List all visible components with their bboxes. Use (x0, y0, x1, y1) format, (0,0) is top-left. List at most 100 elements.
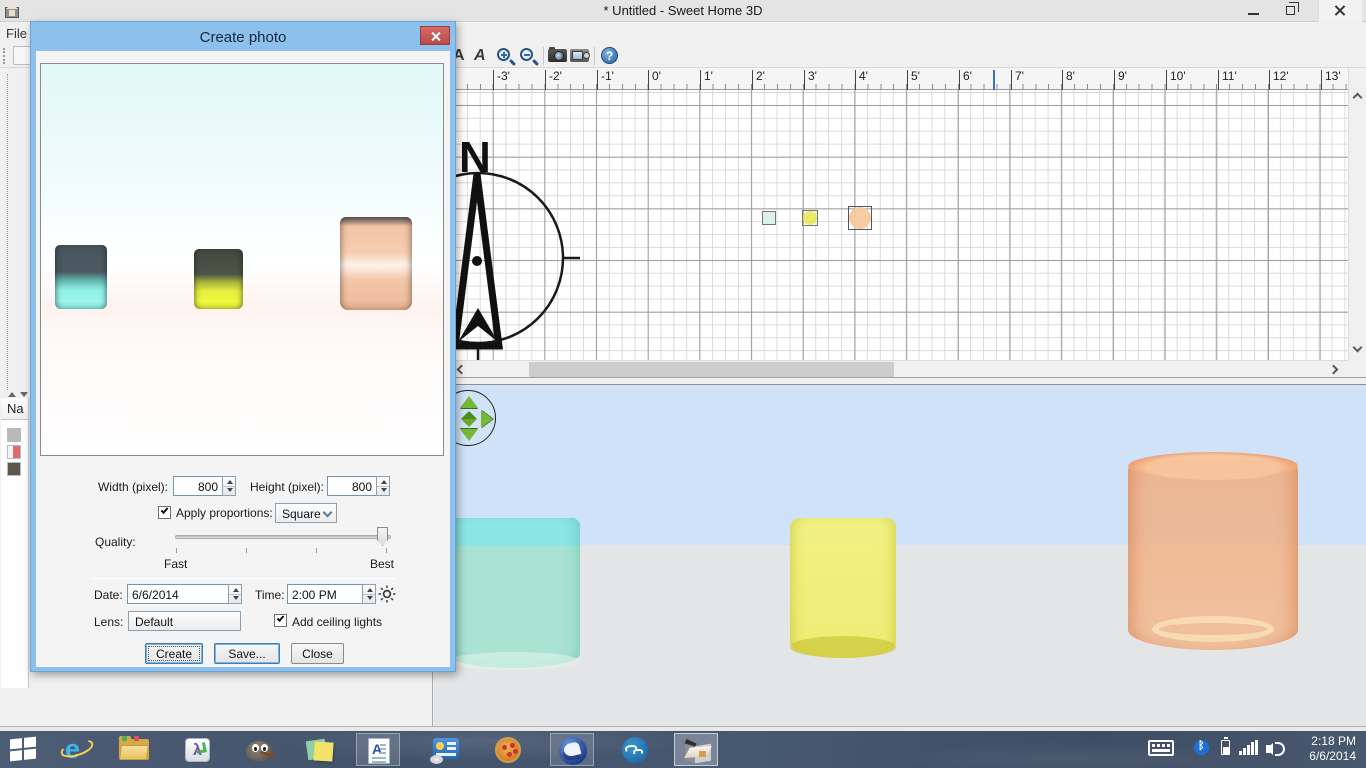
network-signal-tray-icon[interactable] (1239, 740, 1261, 755)
quality-slider-thumb[interactable] (377, 527, 388, 546)
minimize-button[interactable] (1240, 0, 1270, 22)
clock-time: 2:18 PM (1309, 734, 1356, 749)
quality-slider-track[interactable] (175, 535, 391, 539)
clock-date: 6/6/2014 (1309, 749, 1356, 764)
preview-candle-cyan (55, 245, 107, 309)
create-video-icon[interactable] (570, 49, 589, 62)
lens-combo[interactable]: Default (128, 611, 241, 631)
furniture-name-header[interactable]: Na (1, 398, 28, 420)
taskbar-lambda-app[interactable]: λ (176, 733, 220, 766)
keyboard-tray-icon[interactable] (1148, 740, 1174, 756)
taskbar-internet-explorer[interactable]: e (56, 733, 100, 766)
save-button[interactable]: Save... (214, 643, 280, 664)
taskbar-sticky-notes[interactable] (298, 733, 342, 766)
height-spinner[interactable] (376, 476, 390, 496)
time-input[interactable]: 2:00 PM (287, 584, 363, 604)
ruler-tick-label: 7' (1015, 69, 1024, 83)
width-label: Width (pixel): (92, 480, 168, 494)
volume-tray-icon[interactable] (1266, 740, 1286, 757)
dialog-content: Width (pixel): 800 Height (pixel): 800 A… (36, 51, 450, 667)
zoom-in-icon[interactable] (497, 48, 510, 61)
furniture-item-icon[interactable] (7, 462, 21, 476)
scroll-down-icon[interactable] (1353, 343, 1363, 353)
scrollbar-thumb[interactable] (529, 362, 894, 377)
lambda-app-icon: λ (185, 738, 210, 762)
nav-up-icon[interactable] (460, 396, 478, 408)
taskbar-file-explorer[interactable] (112, 733, 156, 766)
taskbar-word-processor[interactable]: A (356, 733, 400, 766)
height-input[interactable]: 800 (327, 476, 377, 496)
nav-right-icon[interactable] (481, 410, 493, 428)
taskbar-openoffice[interactable] (612, 733, 656, 766)
plan-vertical-scrollbar[interactable] (1348, 68, 1366, 360)
ruler-tick-label: 10' (1170, 69, 1186, 83)
ceiling-lights-checkbox[interactable] (274, 614, 287, 627)
italic-text-icon[interactable]: A (474, 47, 486, 65)
plan-3d-splitter[interactable] (434, 377, 1366, 385)
create-button[interactable]: Create (145, 643, 203, 664)
splitter-up-icon[interactable] (8, 392, 16, 397)
time-label: Time: (255, 588, 285, 602)
close-button[interactable] (1318, 0, 1362, 22)
plan-item-orange-box[interactable] (848, 206, 872, 230)
view-3d[interactable] (434, 385, 1366, 726)
taskbar-sweet-home-3d[interactable] (674, 733, 718, 766)
clock[interactable]: 2:18 PM 6/6/2014 (1309, 734, 1356, 764)
bluetooth-tray-icon[interactable] (1194, 740, 1209, 755)
pizza-app-icon (495, 737, 521, 763)
scroll-left-icon[interactable] (457, 365, 467, 375)
close-dialog-button[interactable]: Close (291, 643, 344, 664)
time-spinner[interactable] (362, 584, 376, 604)
cylinder-orange[interactable] (1128, 452, 1298, 650)
taskbar-seamonkey[interactable] (550, 733, 594, 766)
date-label: Date: (94, 588, 123, 602)
plan-grid[interactable]: N (434, 90, 1348, 360)
apply-proportions-checkbox[interactable] (158, 506, 171, 519)
ruler-position-indicator (993, 70, 995, 90)
quality-label: Quality: (95, 535, 136, 549)
window-titlebar[interactable]: * Untitled - Sweet Home 3D (0, 0, 1366, 22)
restore-button[interactable] (1278, 0, 1308, 22)
toolbar-button-partial[interactable] (13, 46, 31, 65)
nav-down-icon[interactable] (460, 429, 478, 441)
nav-center-icon[interactable] (461, 411, 477, 419)
scroll-up-icon[interactable] (1353, 93, 1363, 103)
ruler-tick-label: 2' (756, 69, 765, 83)
help-icon[interactable]: ? (601, 47, 618, 64)
splitter-down-icon[interactable] (20, 392, 28, 397)
furniture-item-icon[interactable] (7, 445, 21, 459)
width-input[interactable]: 800 (173, 476, 223, 496)
date-input[interactable]: 6/6/2014 (127, 584, 229, 604)
start-button[interactable] (2, 733, 46, 766)
quality-best-label: Best (370, 557, 394, 571)
height-label: Height (pixel): (248, 480, 324, 494)
quality-fast-label: Fast (164, 557, 187, 571)
sun-icon (378, 585, 396, 603)
separator-line (91, 578, 396, 579)
dialog-close-button[interactable] (420, 26, 450, 45)
plan-item-cyan-box[interactable] (762, 211, 776, 225)
taskbar-pizza-app[interactable] (486, 733, 530, 766)
taskbar-control-panel[interactable] (424, 733, 468, 766)
plan-view[interactable]: -3' -2' -1' 0' 1' 2' 3' 4' 5' 6' 7' 8' 9… (434, 68, 1348, 377)
menu-file[interactable]: File (6, 26, 27, 41)
ruler-tick-label: 8' (1066, 69, 1075, 83)
battery-tray-icon[interactable] (1221, 740, 1230, 755)
close-icon (1333, 4, 1346, 17)
plan-item-yellow-box[interactable] (802, 210, 818, 226)
plan-horizontal-scrollbar[interactable] (434, 360, 1348, 377)
ruler-tick-label: 4' (859, 69, 868, 83)
ruler-tick-label: 11' (1222, 69, 1237, 83)
date-spinner[interactable] (228, 584, 242, 604)
furniture-list: Na (1, 398, 29, 688)
create-photo-dialog: Create photo Width (pixel): 800 Height (… (30, 21, 456, 672)
zoom-out-icon[interactable] (520, 48, 533, 61)
scroll-right-icon[interactable] (1329, 365, 1339, 375)
width-spinner[interactable] (222, 476, 236, 496)
cylinder-cyan[interactable] (448, 518, 580, 668)
cylinder-yellow[interactable] (790, 518, 896, 658)
toolbar-drag-handle[interactable] (3, 48, 6, 64)
taskbar-gimp[interactable] (238, 733, 282, 766)
furniture-item-icon[interactable] (7, 428, 21, 442)
create-photo-icon[interactable] (548, 49, 567, 62)
